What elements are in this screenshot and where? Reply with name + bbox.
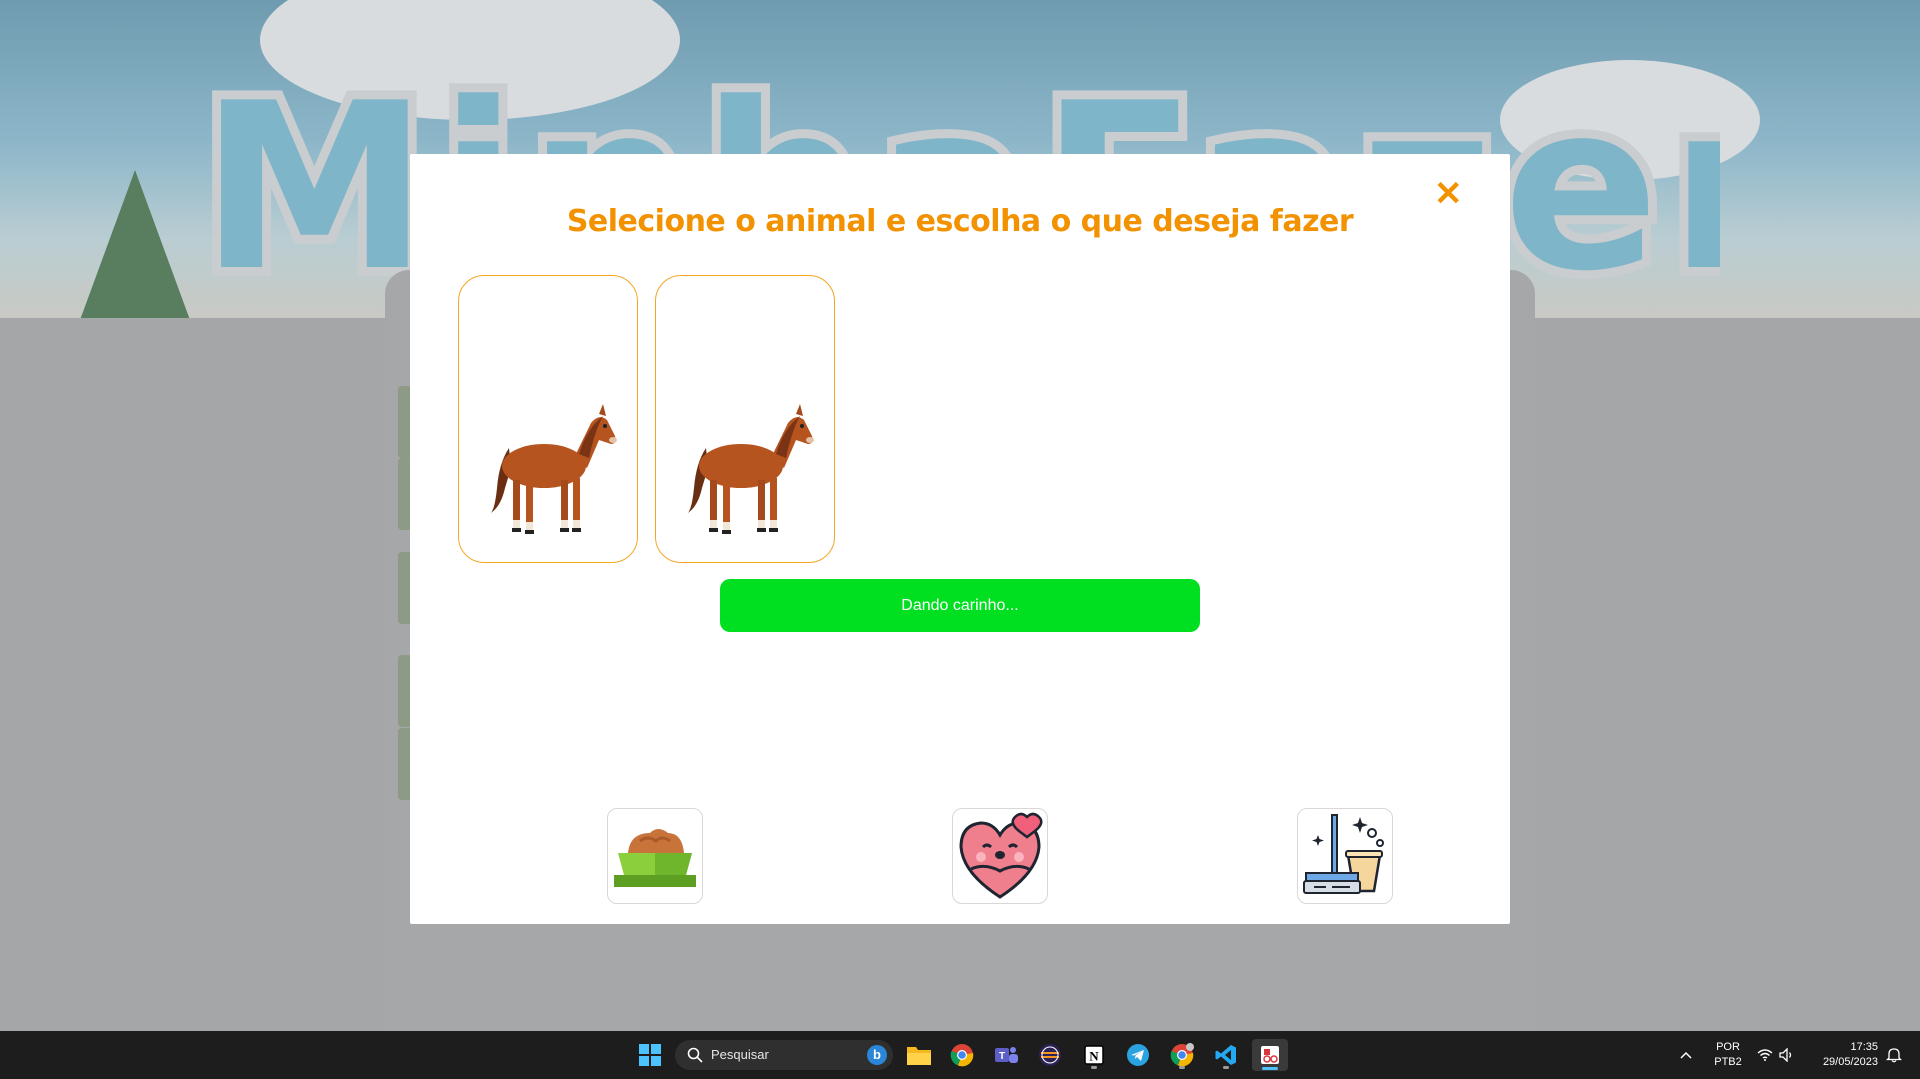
speaker-icon: [1779, 1048, 1792, 1062]
taskbar-eclipse[interactable]: [1034, 1039, 1066, 1071]
taskbar-search[interactable]: Pesquisar b: [675, 1040, 893, 1070]
status-message: Dando carinho...: [720, 579, 1200, 632]
svg-text:T: T: [999, 1051, 1005, 1062]
taskbar-snipping-tool[interactable]: [1252, 1039, 1288, 1071]
svg-text:N: N: [1089, 1049, 1099, 1064]
clock[interactable]: 17:35 29/05/2023: [1804, 1040, 1878, 1070]
volume-button[interactable]: [1776, 1039, 1798, 1071]
taskbar-chrome-profile[interactable]: [1166, 1039, 1198, 1071]
clean-button[interactable]: [1297, 808, 1393, 904]
heart-hug-icon: [959, 812, 1043, 899]
running-indicator: [1223, 1066, 1229, 1069]
notifications-button[interactable]: [1882, 1039, 1906, 1071]
keyboard-layout: PTB2: [1714, 1056, 1742, 1068]
animal-card-1[interactable]: [458, 275, 638, 563]
search-icon: [687, 1047, 703, 1063]
running-indicator: [1091, 1066, 1097, 1069]
tray-overflow-button[interactable]: [1674, 1039, 1698, 1071]
running-indicator: [1179, 1066, 1185, 1069]
vscode-icon: [1215, 1045, 1236, 1065]
pet-button[interactable]: [952, 808, 1048, 904]
chrome-icon: [950, 1044, 974, 1067]
food-bowl-icon: [614, 829, 696, 887]
telegram-icon: [1127, 1044, 1149, 1066]
teams-icon: T: [995, 1047, 1018, 1063]
clock-date: 29/05/2023: [1822, 1056, 1878, 1068]
windows-start-button[interactable]: [634, 1039, 666, 1071]
modal-title: Selecione o animal e escolha o que desej…: [566, 204, 1354, 239]
taskbar-chrome[interactable]: [946, 1039, 978, 1071]
animal-card-2[interactable]: [655, 275, 835, 563]
horse-icon: [491, 404, 617, 534]
snipping-tool-icon: [1261, 1046, 1279, 1064]
network-button[interactable]: [1754, 1039, 1776, 1071]
taskbar-teams[interactable]: T: [990, 1039, 1022, 1071]
broom-bucket-icon: [1303, 814, 1384, 894]
file-explorer-icon: [907, 1047, 931, 1065]
taskbar: Pesquisar b T N POR PTB2 17:35 29/05/202…: [0, 1031, 1920, 1079]
active-indicator: [1262, 1067, 1278, 1070]
taskbar-notion[interactable]: N: [1078, 1039, 1110, 1071]
taskbar-vscode[interactable]: [1210, 1039, 1242, 1071]
tree-decoration: [80, 170, 190, 320]
notion-icon: N: [1084, 1045, 1104, 1065]
taskbar-telegram[interactable]: [1122, 1039, 1154, 1071]
search-placeholder: Pesquisar: [711, 1047, 769, 1062]
clock-time: 17:35: [1850, 1041, 1878, 1053]
eclipse-icon: [1039, 1044, 1061, 1066]
windows-start-icon: [639, 1044, 661, 1066]
notification-icon: [1886, 1048, 1902, 1063]
taskbar-file-explorer[interactable]: [903, 1039, 935, 1071]
wifi-icon: [1757, 1049, 1773, 1061]
feed-button[interactable]: [607, 808, 703, 904]
chevron-up-icon: [1680, 1051, 1692, 1059]
language-code: POR: [1716, 1041, 1740, 1053]
language-indicator[interactable]: POR PTB2: [1708, 1040, 1748, 1070]
horse-icon: [688, 404, 814, 534]
bing-icon[interactable]: b: [867, 1045, 887, 1065]
animal-action-modal: ✕ Selecione o animal e escolha o que des…: [410, 154, 1510, 924]
chrome-profile-icon: [1170, 1043, 1194, 1067]
